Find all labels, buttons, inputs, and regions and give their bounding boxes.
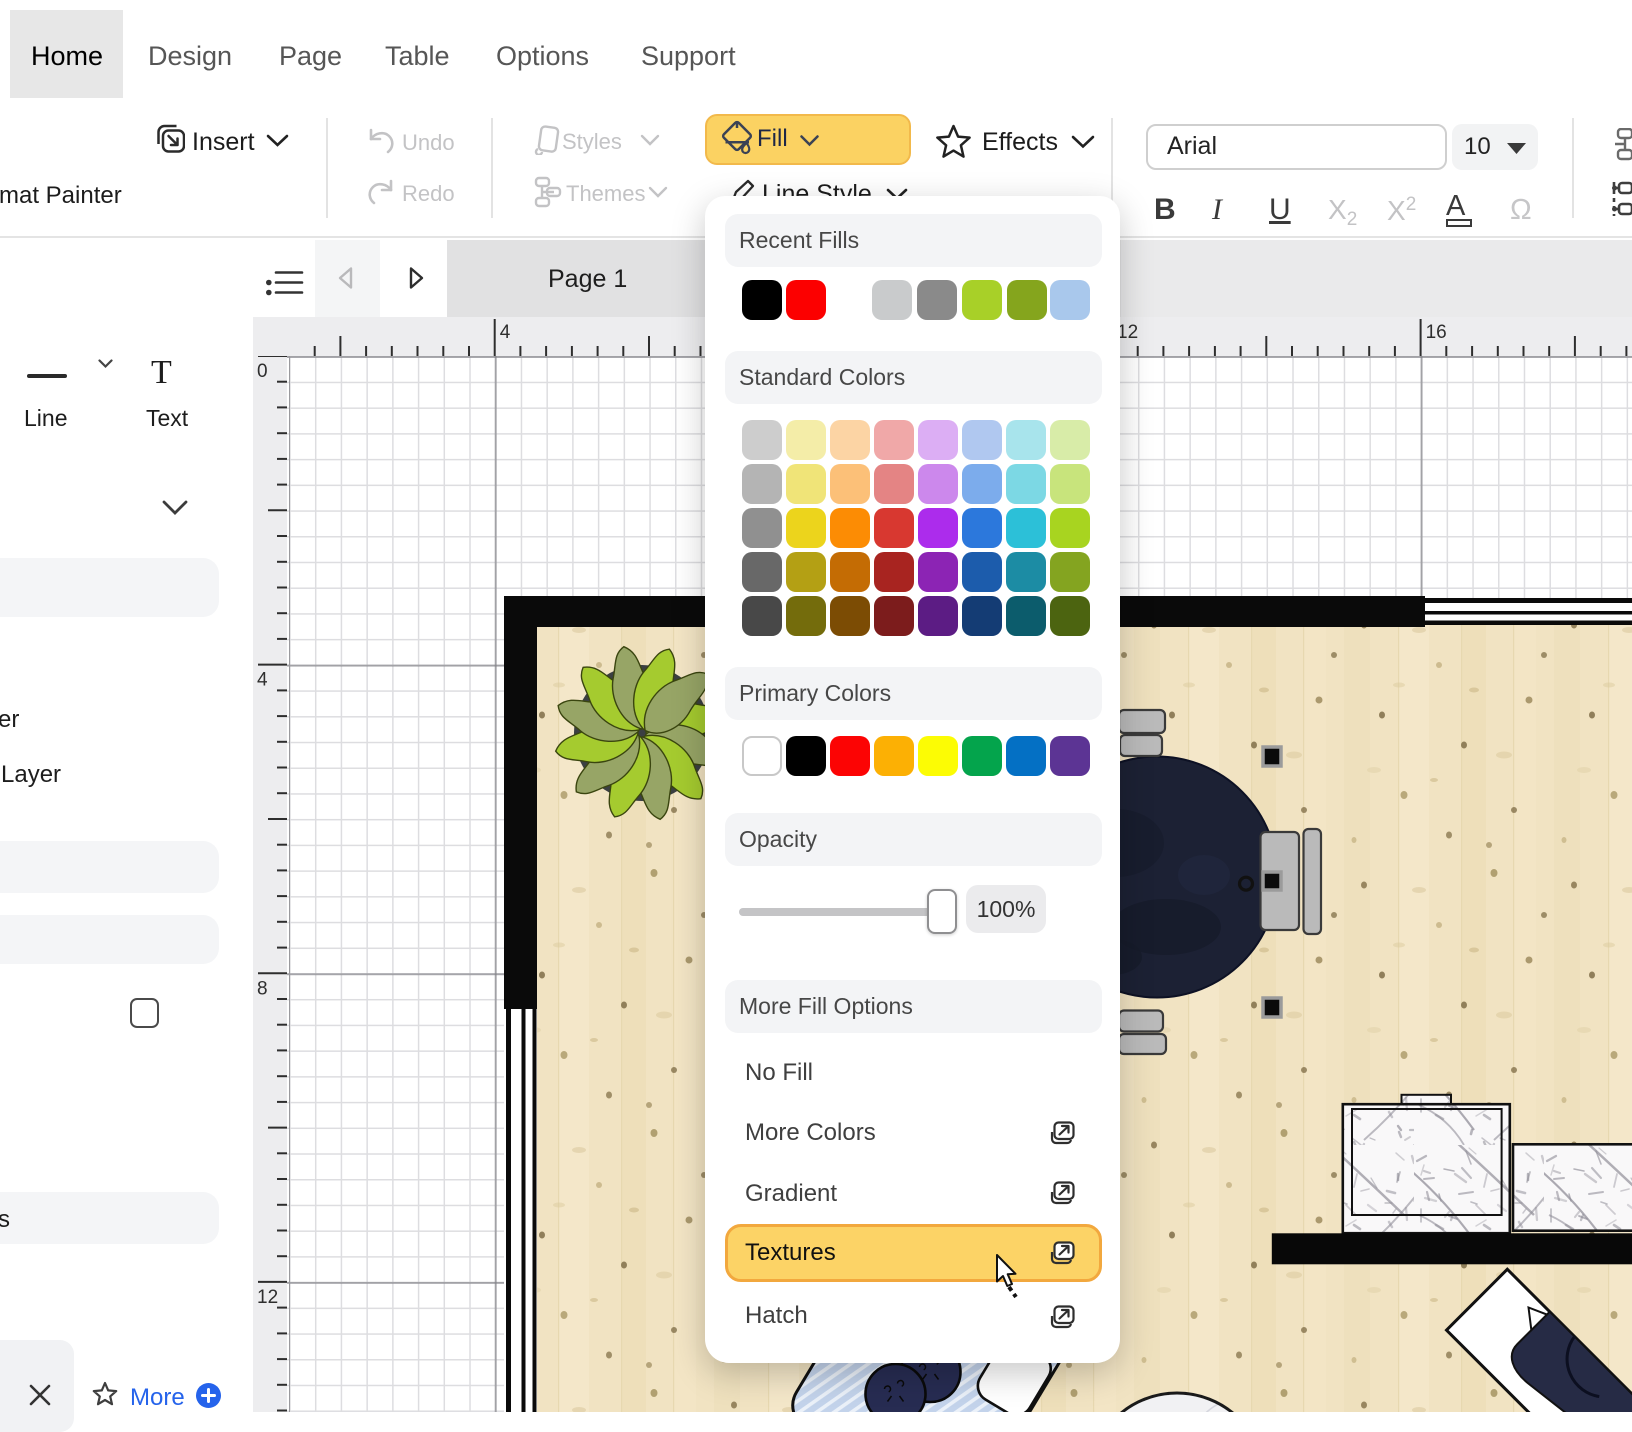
svg-text:0: 0 <box>257 361 268 382</box>
svg-text:12: 12 <box>1117 322 1138 343</box>
svg-text:12: 12 <box>257 1287 278 1308</box>
svg-text:4: 4 <box>500 322 511 343</box>
svg-text:8: 8 <box>257 978 268 999</box>
svg-text:4: 4 <box>257 670 268 691</box>
svg-text:16: 16 <box>1426 322 1447 343</box>
